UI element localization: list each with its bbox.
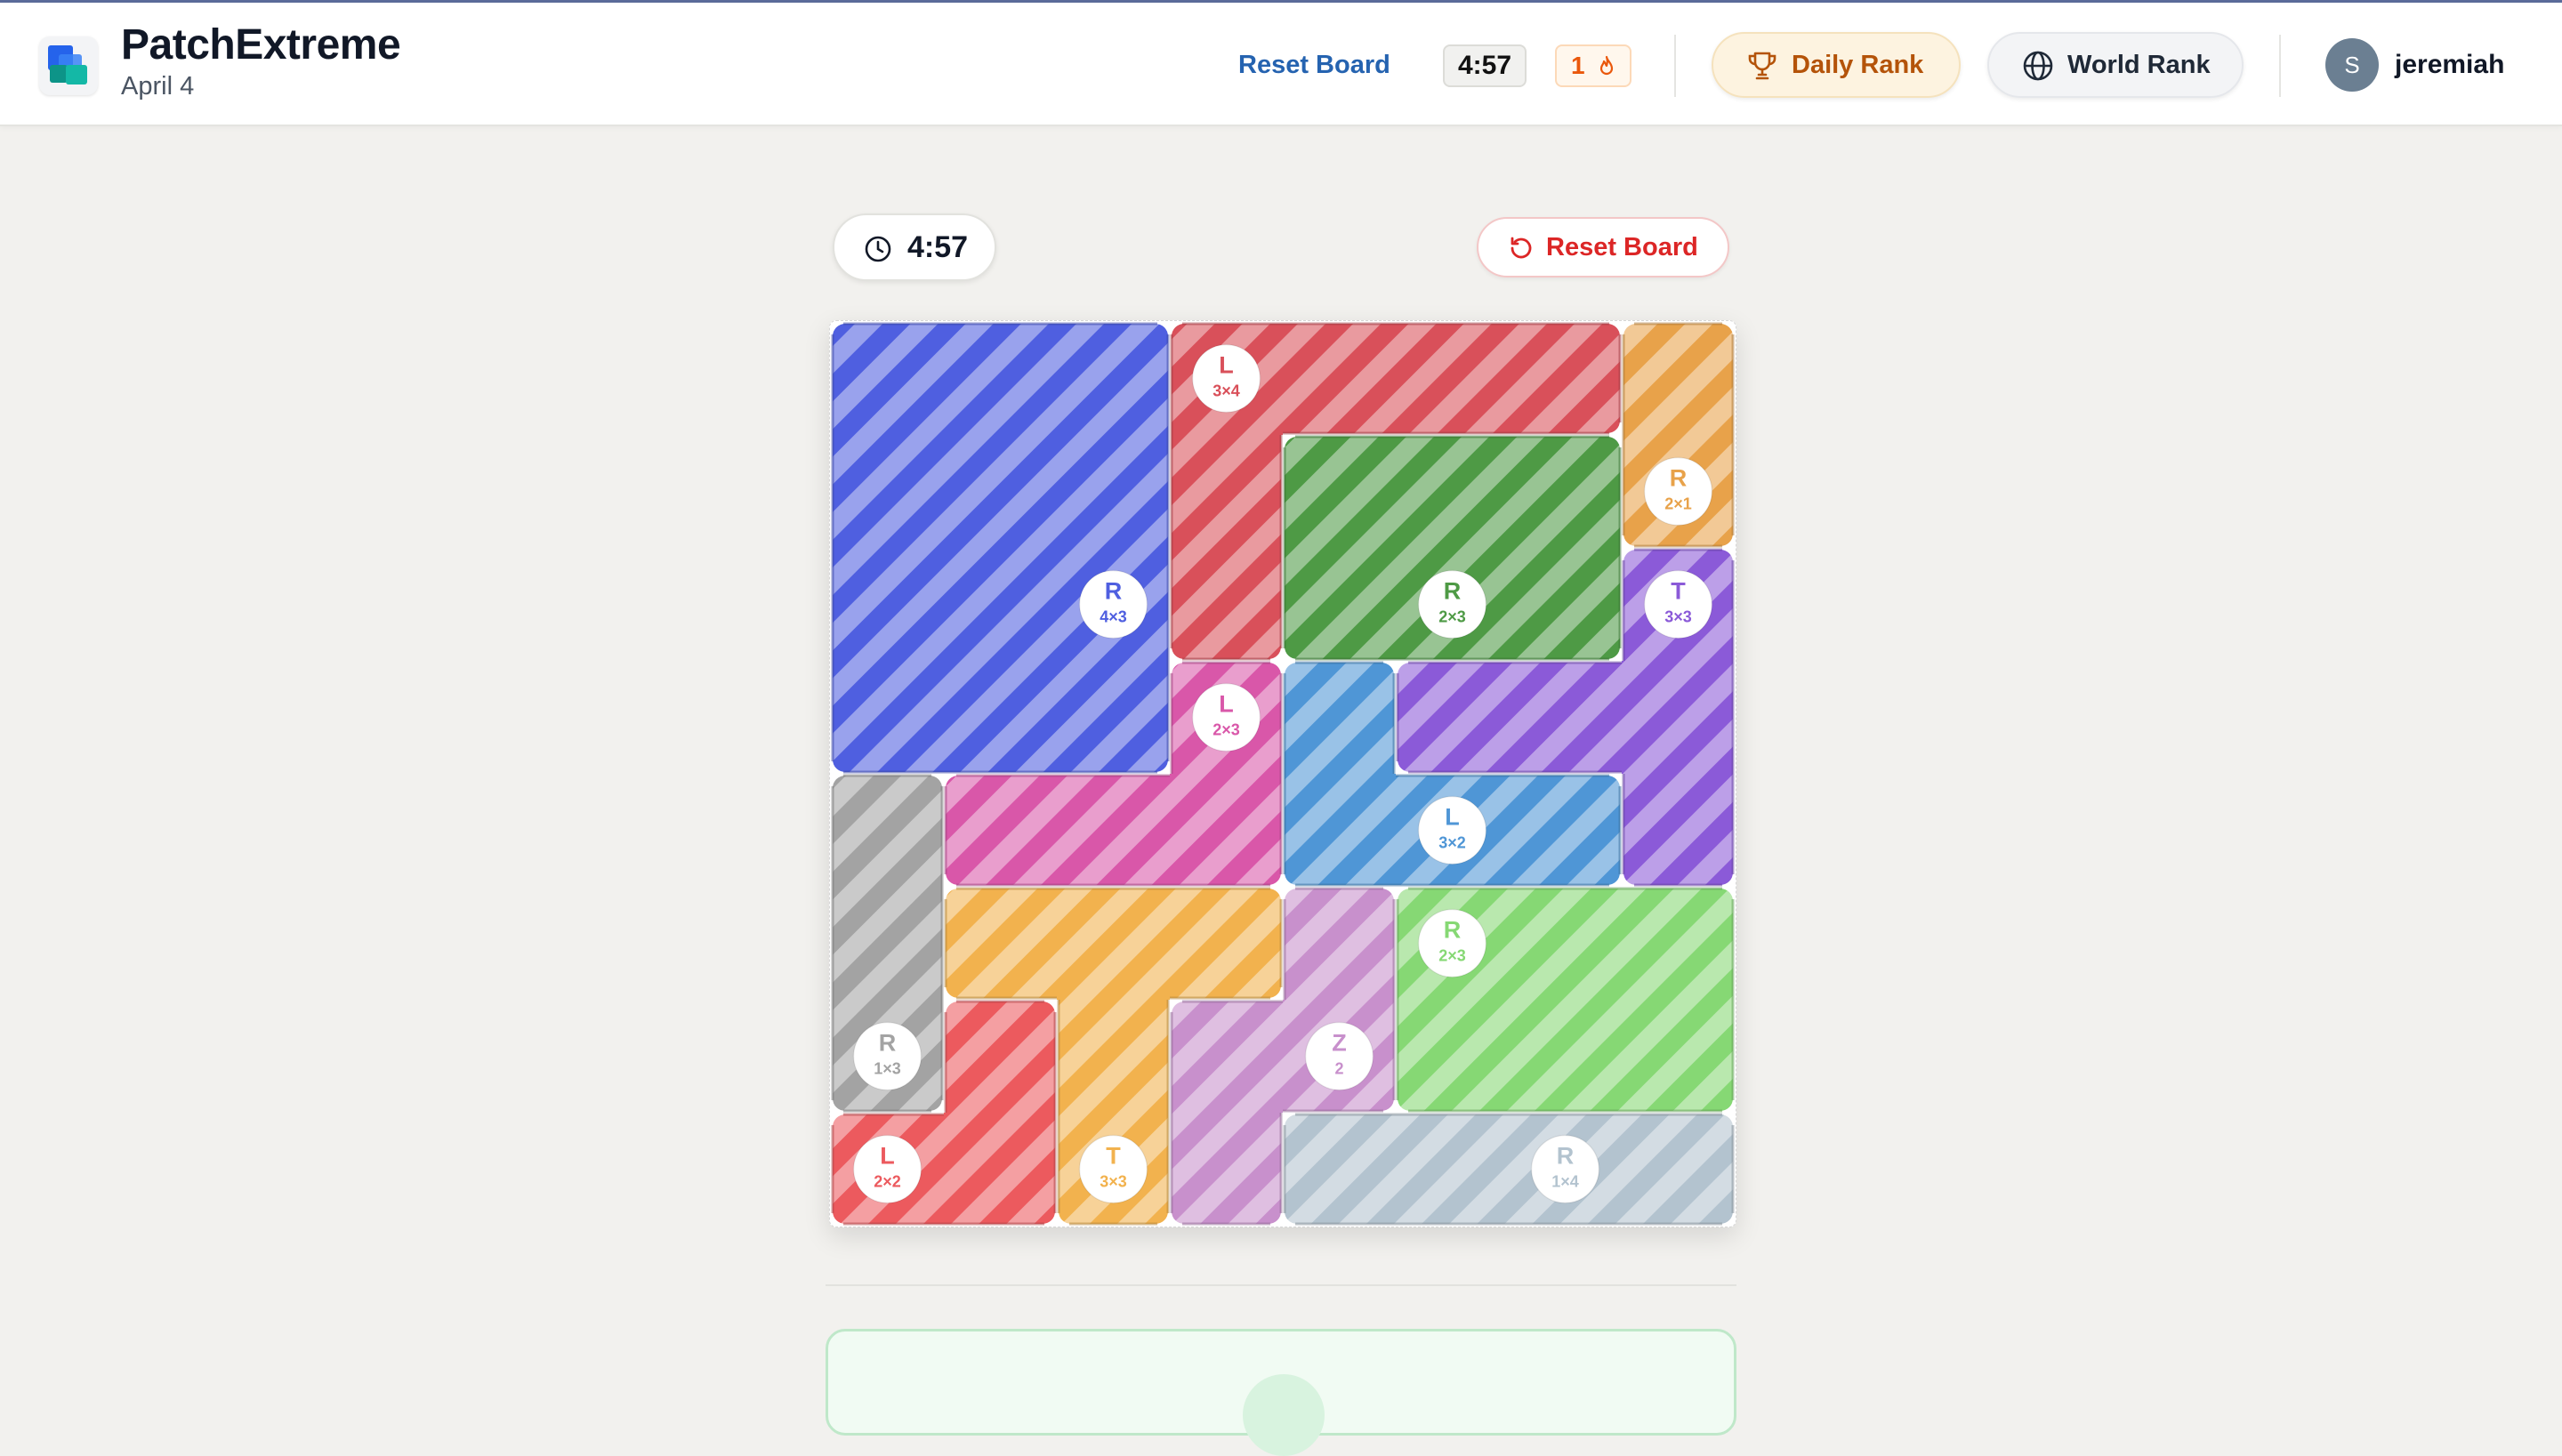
piece-size-label: 2×3 [1213,721,1240,739]
piece-badge: L 2×3 [1191,682,1261,752]
clock-icon [865,236,891,262]
piece-badge: T 3×3 [1643,569,1713,640]
app-header: PatchExtreme April 4 Reset Board 4:57 1 … [0,3,2562,126]
username[interactable]: jeremiah [2395,50,2504,80]
piece-shape-label: R [1444,578,1462,605]
piece-shape-label: R [1557,1143,1575,1170]
globe-icon [2023,51,2053,81]
piece-shape-label: Z [1332,1030,1347,1057]
daily-rank-label: Daily Rank [1792,51,1924,79]
header-divider [1674,35,1676,97]
piece-shape-label: L [880,1143,895,1170]
piece-shape-label: T [1106,1143,1121,1170]
reset-board-button[interactable]: Reset Board [1477,217,1729,278]
piece-size-label: 1×4 [1551,1173,1579,1191]
result-icon [1243,1374,1325,1456]
header-divider [2279,35,2281,97]
piece-shape-label: R [1670,465,1688,492]
trophy-icon [1748,52,1776,80]
piece-size-label: 1×3 [874,1060,901,1078]
piece-badge: L 2×2 [852,1134,922,1204]
piece-size-label: 3×3 [1664,608,1692,626]
flame-icon [1599,55,1614,76]
piece-badge: L 3×2 [1417,795,1487,865]
app-logo[interactable] [39,36,98,95]
piece-size-label: 2 [1334,1060,1343,1078]
game-timer: 4:57 [833,213,996,281]
piece-size-label: 2×3 [1438,608,1466,626]
piece-badge: R 4×3 [1078,569,1148,640]
piece-shape-label: R [1444,917,1462,944]
piece-shape-label: T [1671,578,1686,605]
piece-badge: R 1×3 [852,1021,922,1091]
streak-badge: 1 [1555,44,1631,87]
piece-badge: Z2 [1304,1021,1374,1091]
piece-shape-label: L [1219,691,1234,718]
section-divider [826,1284,1736,1286]
result-panel [826,1329,1736,1456]
piece-badge: R 2×3 [1417,569,1487,640]
avatar[interactable]: S [2325,38,2379,92]
puzzle-board[interactable]: R 4×3 L 3×4 R 2×1 R 2×3 T 3×3 L 2×3 L 3×2 R 1×3 T 3×3 Z 2 R 2… [829,320,1736,1227]
piece-shape-label: L [1445,804,1460,831]
piece-size-label: 3×2 [1438,834,1466,852]
header-timer: 4:57 [1443,44,1527,87]
piece-size-label: 3×4 [1213,382,1240,400]
piece-size-label: 3×3 [1100,1173,1127,1191]
piece-badge: R 2×3 [1417,908,1487,978]
piece-badge: L 3×4 [1191,343,1261,414]
piece-shape-label: R [879,1030,897,1057]
header-reset-board-button[interactable]: Reset Board [1238,51,1390,80]
piece-size-label: 2×2 [874,1173,901,1191]
game-timer-value: 4:57 [907,230,969,264]
streak-count: 1 [1571,52,1585,79]
piece-size-label: 4×3 [1100,608,1127,626]
world-rank-button[interactable]: World Rank [1987,32,2244,98]
piece-badge: T 3×3 [1078,1134,1148,1204]
piece-badge: R 1×4 [1530,1134,1600,1204]
piece-size-label: 2×1 [1664,495,1692,513]
world-rank-label: World Rank [2067,51,2211,79]
reset-icon [1511,237,1532,259]
daily-rank-button[interactable]: Daily Rank [1712,32,1961,98]
reset-board-label: Reset Board [1546,233,1698,261]
puzzle-date: April 4 [121,72,195,101]
piece-shape-label: L [1219,352,1234,379]
piece-badge: R 2×1 [1643,456,1713,527]
app-title: PatchExtreme [121,21,401,68]
board-grid[interactable]: R4×3L3×4R2×1R2×3T3×3L2×3L3×2R1×3T3×3Z2R2… [830,321,1736,1227]
piece-size-label: 2×3 [1438,947,1466,965]
piece-shape-label: R [1105,578,1123,605]
